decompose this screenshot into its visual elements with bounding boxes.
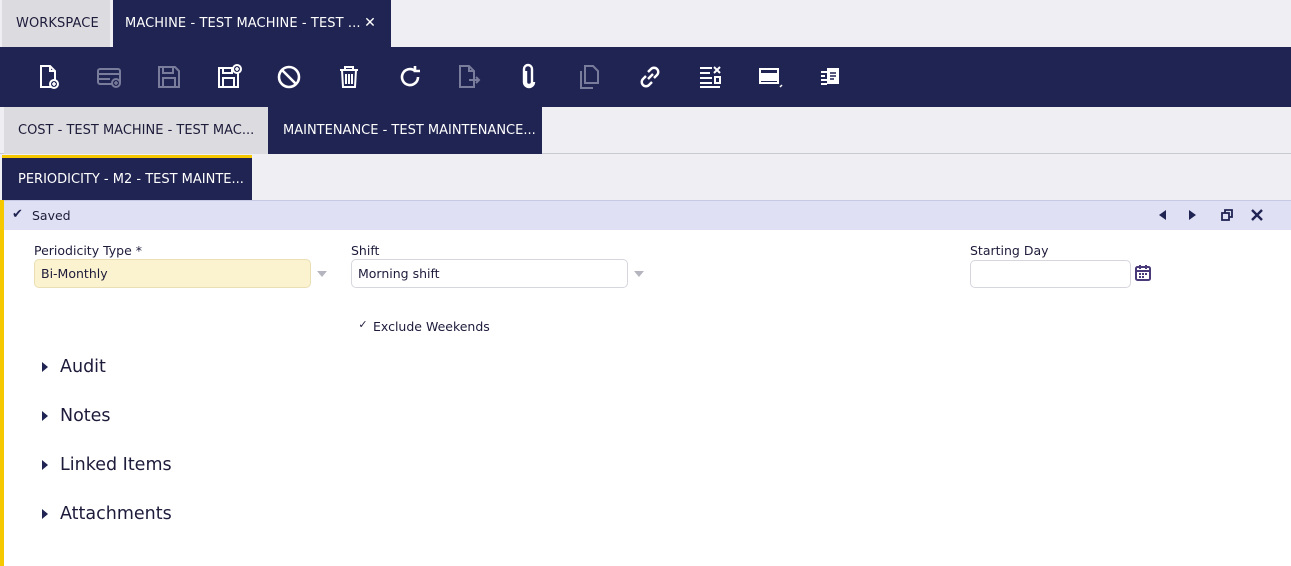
clone-form-icon[interactable] [815, 62, 845, 92]
expand-triangle-icon [42, 411, 48, 421]
periodicity-type-value: Bi-Monthly [41, 266, 108, 281]
delete-icon[interactable] [334, 62, 364, 92]
copy-record-icon[interactable] [574, 62, 604, 92]
check-icon: ✔ [12, 207, 23, 222]
grid-view-icon[interactable] [755, 62, 785, 92]
tools-list-icon[interactable] [695, 62, 725, 92]
save-icon[interactable] [154, 62, 184, 92]
section-audit-title: Audit [60, 357, 106, 377]
status-text: Saved [32, 208, 71, 223]
previous-record-icon[interactable] [1155, 207, 1171, 223]
section-attachments-title: Attachments [60, 504, 172, 524]
attachment-icon[interactable] [514, 62, 544, 92]
tab-periodicity-label: PERIODICITY - M2 - TEST MAINTE... [18, 171, 244, 187]
section-linked-items-title: Linked Items [60, 455, 172, 475]
tab-machine[interactable]: MACHINE - TEST MACHINE - TEST ... ✕ [113, 0, 391, 47]
tab-workspace-label: WORKSPACE [16, 16, 99, 31]
restore-window-icon[interactable] [1219, 207, 1235, 223]
tab-cost[interactable]: COST - TEST MACHINE - TEST MAC... [4, 107, 268, 154]
new-row-icon[interactable] [94, 62, 124, 92]
subtab-bar-level2: PERIODICITY - M2 - TEST MAINTE... [0, 154, 1291, 200]
starting-day-label: Starting Day [970, 243, 1049, 258]
periodicity-type-label: Periodicity Type * [34, 243, 143, 258]
tab-cost-label: COST - TEST MACHINE - TEST MAC... [18, 123, 255, 138]
expand-triangle-icon [42, 362, 48, 372]
chevron-down-icon[interactable] [634, 271, 644, 277]
close-icon[interactable]: ✕ [362, 15, 378, 31]
shift-select[interactable]: Morning shift [351, 259, 628, 288]
section-attachments[interactable]: Attachments [40, 502, 172, 526]
shift-label: Shift [351, 243, 380, 258]
refresh-icon[interactable] [395, 62, 425, 92]
toolbar [0, 47, 1291, 107]
starting-day-input[interactable] [970, 260, 1131, 288]
new-document-icon[interactable] [34, 62, 64, 92]
save-and-new-icon[interactable] [214, 62, 244, 92]
exclude-weekends-label: Exclude Weekends [373, 319, 490, 334]
section-notes-title: Notes [60, 406, 111, 426]
tab-maintenance-label: MAINTENANCE - TEST MAINTENANCE... [283, 123, 536, 138]
close-form-icon[interactable] [1249, 207, 1265, 223]
tab-workspace[interactable]: WORKSPACE [2, 0, 110, 47]
status-bar: ✔ Saved [4, 200, 1291, 230]
section-audit[interactable]: Audit [40, 355, 106, 379]
window-tab-bar: WORKSPACE MACHINE - TEST MACHINE - TEST … [0, 0, 1291, 47]
exclude-weekends-checkbox[interactable]: ✓ [356, 318, 370, 332]
expand-triangle-icon [42, 509, 48, 519]
tab-machine-label: MACHINE - TEST MACHINE - TEST ... [125, 16, 361, 31]
tab-periodicity[interactable]: PERIODICITY - M2 - TEST MAINTE... [2, 155, 252, 200]
export-icon[interactable] [454, 62, 484, 92]
next-record-icon[interactable] [1184, 207, 1200, 223]
periodicity-type-select[interactable]: Bi-Monthly [34, 259, 311, 288]
chevron-down-icon[interactable] [317, 271, 327, 277]
section-notes[interactable]: Notes [40, 404, 111, 428]
undo-cancel-icon[interactable] [274, 62, 304, 92]
calendar-icon[interactable] [1134, 264, 1152, 282]
link-icon[interactable] [635, 62, 665, 92]
tab-maintenance[interactable]: MAINTENANCE - TEST MAINTENANCE... [268, 107, 542, 154]
expand-triangle-icon [42, 460, 48, 470]
section-linked-items[interactable]: Linked Items [40, 453, 172, 477]
shift-value: Morning shift [358, 266, 440, 281]
active-form-accent [0, 200, 4, 566]
subtab-bar: COST - TEST MACHINE - TEST MAC... MAINTE… [0, 107, 1291, 154]
